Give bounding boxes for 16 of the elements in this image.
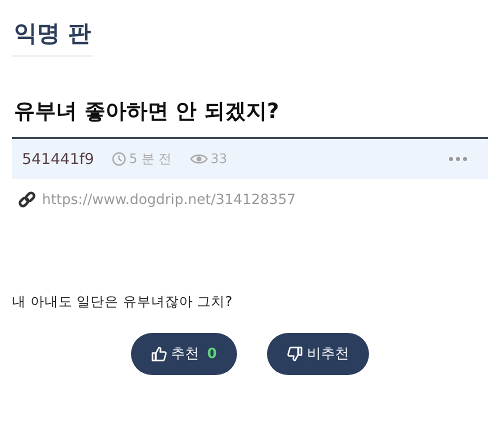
thumbs-up-icon	[151, 346, 168, 362]
post-body: 내 아내도 일단은 유부녀잖아 그치?	[12, 293, 234, 311]
more-button[interactable]	[448, 156, 468, 162]
eye-icon	[190, 153, 208, 165]
thumbs-down-icon	[286, 346, 303, 362]
post-title: 유부녀 좋아하면 안 되겠지?	[14, 98, 280, 125]
vote-count: 0	[207, 346, 217, 362]
author-name[interactable]: 541441f9	[22, 150, 94, 168]
view-count: 33	[210, 152, 228, 166]
link-icon	[18, 191, 36, 209]
post-time: 5 분 전	[129, 151, 172, 168]
more-icon	[448, 156, 468, 162]
upvote-button[interactable]: 추천 0	[131, 333, 237, 375]
board-title[interactable]: 익명 판	[12, 16, 94, 57]
downvote-button[interactable]: 비추천	[266, 333, 369, 375]
clock-icon	[112, 152, 126, 166]
